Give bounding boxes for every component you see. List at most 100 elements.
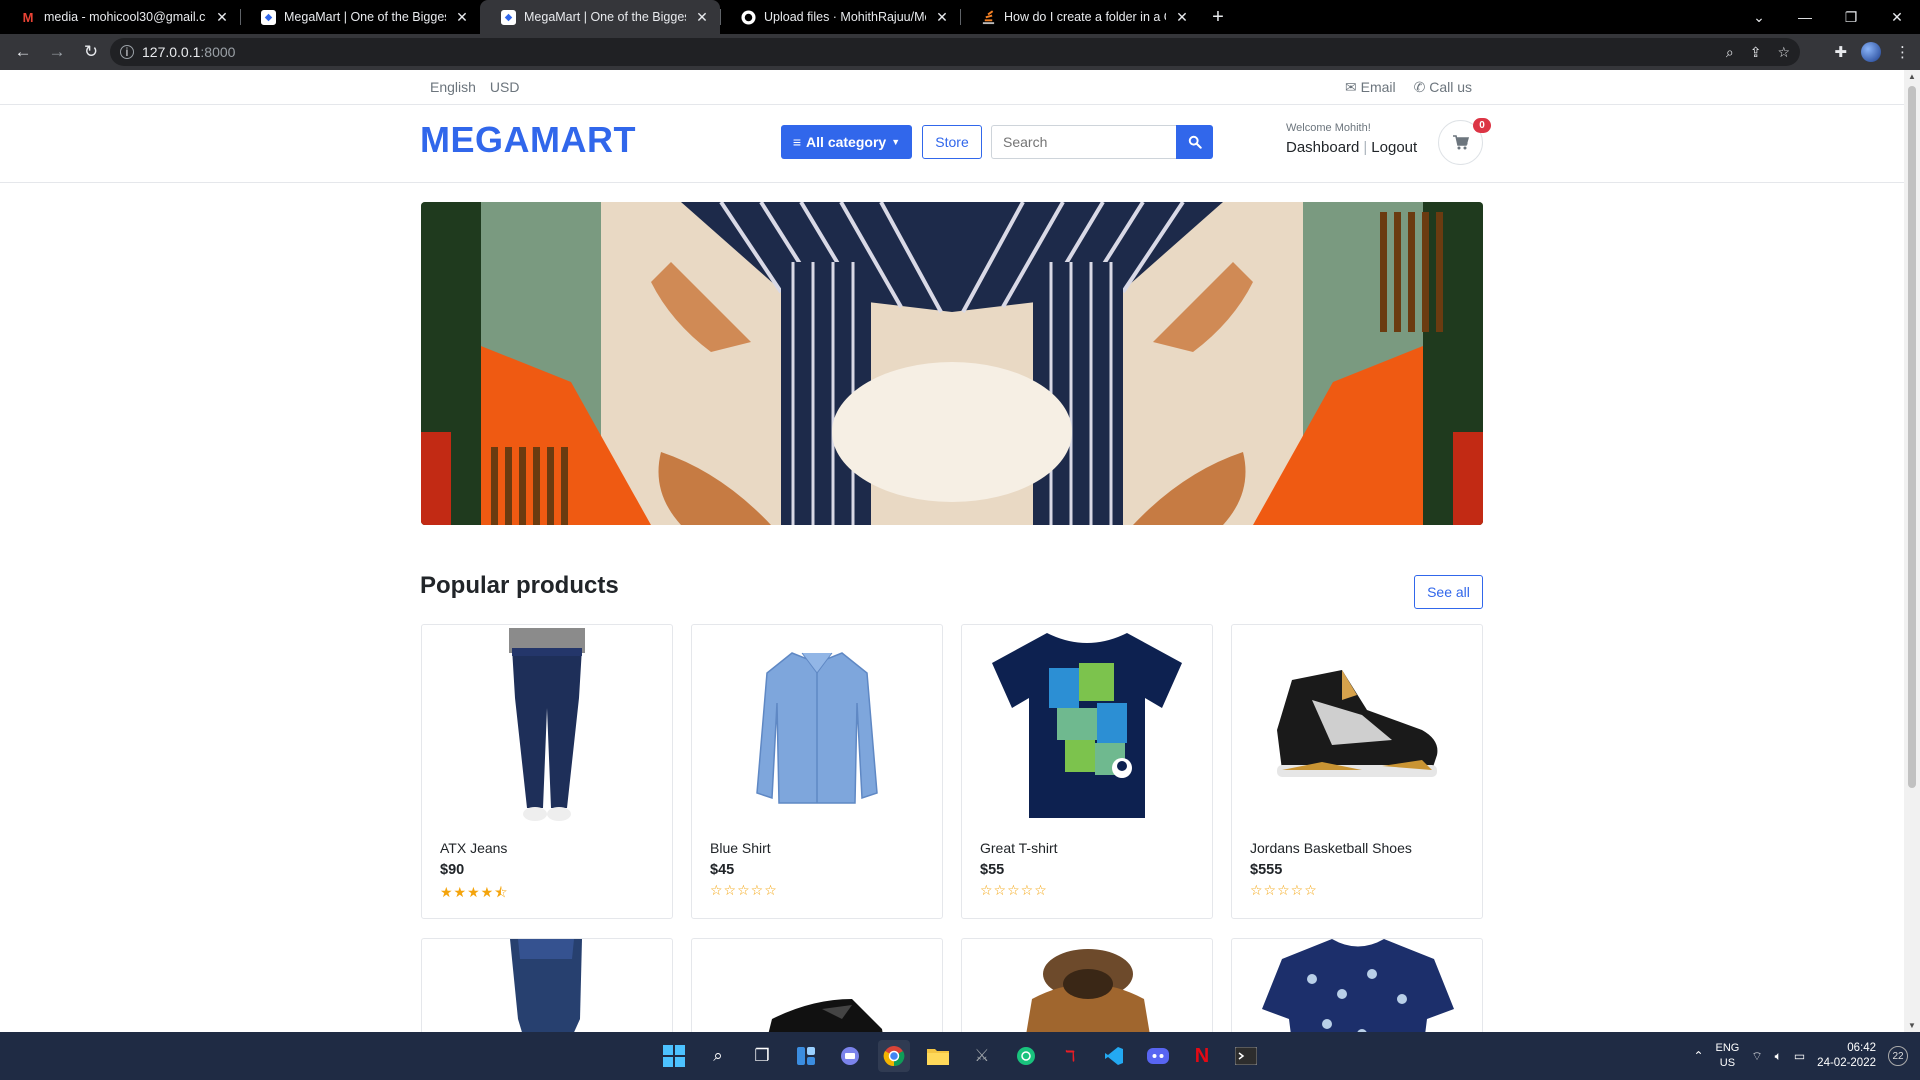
dashboard-link[interactable]: Dashboard <box>1286 139 1359 156</box>
hero-banner-image <box>421 202 1483 525</box>
tab-search-icon[interactable]: ⌄ <box>1736 9 1782 26</box>
github-icon <box>740 9 756 25</box>
browser-tab-github[interactable]: Upload files · MohithRajuu/Mega ✕ <box>720 0 960 34</box>
product-image[interactable] <box>1232 625 1482 825</box>
product-rating-stars: ☆☆☆☆☆ <box>1250 882 1318 898</box>
product-image[interactable] <box>422 625 672 825</box>
volume-icon[interactable]: 🔈︎ <box>1775 1049 1782 1064</box>
minimize-icon[interactable]: — <box>1782 9 1828 25</box>
search-icon[interactable]: ⌕ <box>702 1040 734 1072</box>
back-icon[interactable]: ← <box>6 42 40 62</box>
product-card[interactable]: Jordans Basketball Shoes $555 ☆☆☆☆☆ <box>1231 624 1483 919</box>
shopping-cart-icon <box>1452 135 1469 150</box>
zoom-icon[interactable]: ⌕ <box>1726 44 1734 61</box>
close-tab-icon[interactable]: ✕ <box>214 9 230 26</box>
tab-title: Upload files · MohithRajuu/Mega <box>764 10 926 24</box>
call-link[interactable]: ✆ Call us <box>1414 79 1472 96</box>
site-logo[interactable]: MEGAMART <box>420 119 636 161</box>
windows-start-icon[interactable] <box>658 1040 690 1072</box>
address-bar[interactable]: i 127.0.0.1 :8000 ⌕ ⇪ ☆ <box>110 38 1800 66</box>
tab-title: media - mohicool30@gmail.com <box>44 10 206 24</box>
terminal-icon[interactable] <box>1230 1040 1262 1072</box>
discord-icon[interactable] <box>1142 1040 1174 1072</box>
store-button[interactable]: Store <box>922 125 982 159</box>
product-card[interactable]: Blue Shirt $45 ☆☆☆☆☆ <box>691 624 943 919</box>
widgets-icon[interactable] <box>790 1040 822 1072</box>
logout-link[interactable]: Logout <box>1371 139 1417 156</box>
product-image[interactable] <box>692 625 942 825</box>
new-tab-button[interactable]: + <box>1200 6 1236 29</box>
see-all-button[interactable]: See all <box>1414 575 1483 609</box>
profile-avatar-icon[interactable] <box>1861 42 1881 62</box>
share-icon[interactable]: ⇪ <box>1750 44 1762 61</box>
product-name[interactable]: Blue Shirt <box>710 840 771 856</box>
forward-icon[interactable]: → <box>40 42 74 62</box>
tab-title: MegaMart | One of the Biggest C <box>284 10 446 24</box>
file-explorer-icon[interactable] <box>922 1040 954 1072</box>
browser-tab-megamart-1[interactable]: MegaMart | One of the Biggest C ✕ <box>240 0 480 34</box>
scrollbar-thumb[interactable] <box>1908 86 1916 788</box>
product-name[interactable]: ATX Jeans <box>440 840 507 856</box>
cart-count-badge: 0 <box>1473 118 1491 133</box>
close-tab-icon[interactable]: ✕ <box>454 9 470 26</box>
product-card[interactable]: ATX Jeans $90 ★★★★⯪ <box>421 624 673 919</box>
page-scrollbar[interactable]: ▲ ▼ <box>1904 70 1920 1032</box>
search-icon <box>1188 135 1202 149</box>
product-card[interactable] <box>1231 938 1483 1032</box>
clock[interactable]: 06:42 24-02-2022 <box>1817 1041 1876 1071</box>
close-tab-icon[interactable]: ✕ <box>694 9 710 26</box>
stackoverflow-icon <box>980 9 996 25</box>
close-window-icon[interactable]: ✕ <box>1874 9 1920 26</box>
product-image[interactable] <box>962 625 1212 825</box>
netflix-icon[interactable]: N <box>1186 1040 1218 1072</box>
scroll-down-icon[interactable]: ▼ <box>1904 1021 1920 1030</box>
close-tab-icon[interactable]: ✕ <box>1174 9 1190 26</box>
input-language[interactable]: ENG US <box>1716 1041 1740 1071</box>
battery-icon[interactable]: ▭ <box>1794 1049 1805 1063</box>
chrome-icon[interactable] <box>878 1040 910 1072</box>
search-button[interactable] <box>1176 125 1213 159</box>
caret-down-icon: ▼ <box>891 137 901 147</box>
chat-icon[interactable] <box>834 1040 866 1072</box>
site-info-icon[interactable]: i <box>120 45 134 59</box>
hero-banner[interactable] <box>421 202 1483 525</box>
printed-shirt-image <box>1262 939 1454 1032</box>
tab-title: How do I create a folder in a Gith <box>1004 10 1166 24</box>
amd-icon[interactable]: ℸ <box>1054 1040 1086 1072</box>
product-card[interactable] <box>691 938 943 1032</box>
bookmark-star-icon[interactable]: ☆ <box>1777 44 1790 61</box>
extensions-area: ✚ ⋮ <box>1834 42 1910 62</box>
vscode-icon[interactable] <box>1098 1040 1130 1072</box>
search-input[interactable] <box>991 125 1176 159</box>
account-separator: | <box>1363 139 1368 156</box>
browser-tab-stackoverflow[interactable]: How do I create a folder in a Gith ✕ <box>960 0 1200 34</box>
currency-selector[interactable]: USD <box>490 79 520 95</box>
armoury-icon[interactable]: ⚔ <box>966 1040 998 1072</box>
welcome-text: Welcome Mohith! <box>1286 122 1371 134</box>
product-card[interactable] <box>421 938 673 1032</box>
browser-tab-megamart-2[interactable]: MegaMart | One of the Biggest C ✕ <box>480 0 720 34</box>
email-link[interactable]: ✉ Email <box>1345 79 1396 96</box>
task-view-icon[interactable]: ❐ <box>746 1040 778 1072</box>
all-category-button[interactable]: ≡ All category ▼ <box>781 125 912 159</box>
product-rating-stars: ☆☆☆☆☆ <box>710 882 778 898</box>
wifi-icon[interactable]: ⌔ <box>1751 1049 1762 1064</box>
language-selector[interactable]: English <box>430 79 476 95</box>
extensions-puzzle-icon[interactable]: ✚ <box>1834 43 1847 61</box>
tray-overflow-icon[interactable]: ⌃ <box>1693 1049 1703 1063</box>
black-sneaker-image <box>768 999 883 1032</box>
product-name[interactable]: Jordans Basketball Shoes <box>1250 840 1412 856</box>
product-card[interactable] <box>961 938 1213 1032</box>
close-tab-icon[interactable]: ✕ <box>934 9 950 26</box>
product-card[interactable]: Great T-shirt $55 ☆☆☆☆☆ <box>961 624 1213 919</box>
chatgpt-icon[interactable] <box>1010 1040 1042 1072</box>
notification-count[interactable]: 22 <box>1888 1046 1908 1066</box>
scroll-up-icon[interactable]: ▲ <box>1904 72 1920 81</box>
browser-tab-gmail[interactable]: M media - mohicool30@gmail.com ✕ <box>0 0 240 34</box>
jeans-image <box>509 627 585 821</box>
restore-icon[interactable]: ❐ <box>1828 9 1874 26</box>
basketball-shoes-image <box>1277 670 1438 777</box>
product-name[interactable]: Great T-shirt <box>980 840 1058 856</box>
reload-icon[interactable]: ↻ <box>74 42 108 62</box>
browser-menu-icon[interactable]: ⋮ <box>1895 43 1910 61</box>
